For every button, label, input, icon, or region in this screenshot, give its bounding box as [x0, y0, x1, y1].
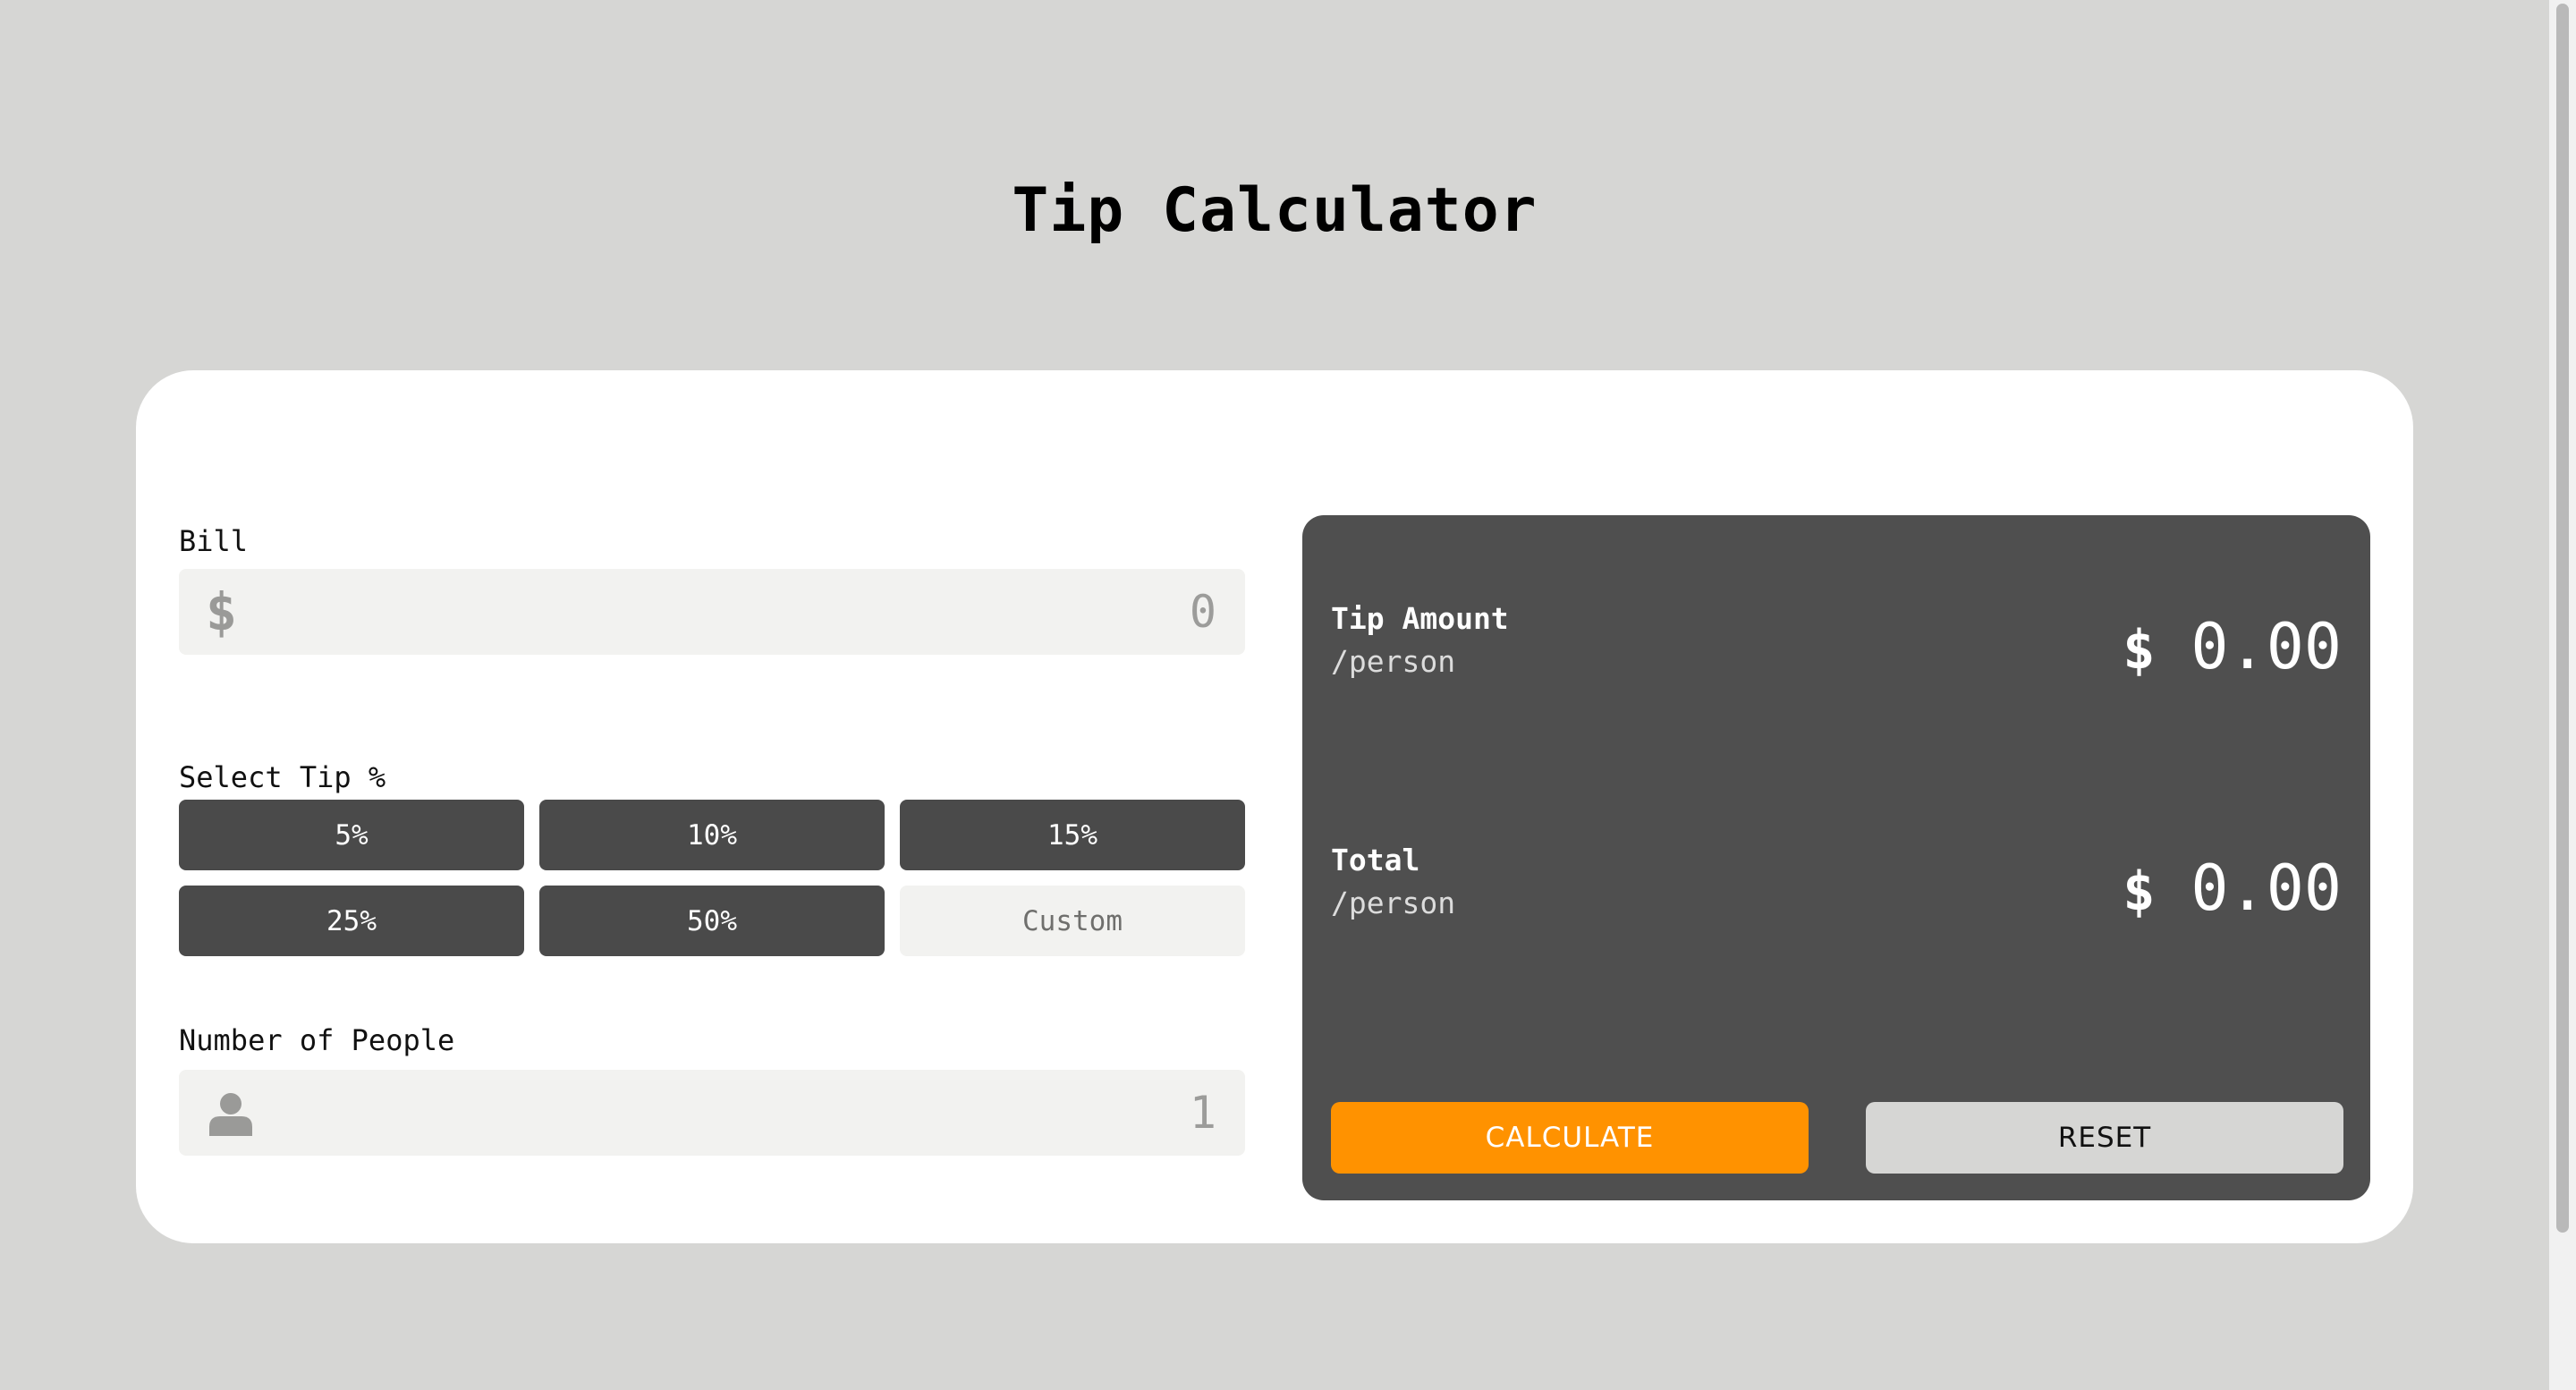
tip-50-button[interactable]: 50% — [539, 886, 885, 956]
dollar-icon: $ — [206, 581, 237, 642]
bill-input[interactable]: $ 0 — [179, 569, 1245, 655]
tip-15-button[interactable]: 15% — [900, 800, 1245, 870]
total-currency: $ — [2123, 860, 2156, 923]
page-title: Tip Calculator — [1012, 175, 1538, 246]
vertical-scrollbar[interactable] — [2549, 0, 2576, 1390]
scrollbar-thumb[interactable] — [2556, 4, 2569, 1233]
person-icon — [209, 1093, 252, 1136]
total-display: $ 0.00 — [2123, 852, 2342, 925]
total-value: 0.00 — [2190, 852, 2342, 925]
tip-options: 5% 10% 15% 25% 50% Custom — [179, 800, 1245, 956]
total-sub: /person — [1331, 886, 1456, 920]
tip-amount-display: $ 0.00 — [2123, 610, 2342, 683]
tip-10-button[interactable]: 10% — [539, 800, 885, 870]
calculator-card: Bill $ 0 Select Tip % 5% 10% 15% 25% 50%… — [136, 370, 2413, 1243]
results-panel: Tip Amount /person $ 0.00 Total /person … — [1302, 515, 2370, 1200]
tip-amount-value: 0.00 — [2190, 610, 2342, 683]
tip-amount-sub: /person — [1331, 644, 1456, 679]
reset-button[interactable]: RESET — [1866, 1102, 2343, 1174]
tip-5-button[interactable]: 5% — [179, 800, 524, 870]
people-value: 1 — [1189, 1087, 1216, 1139]
total-title: Total — [1331, 843, 1420, 877]
bill-value: 0 — [1189, 586, 1216, 638]
tip-amount-title: Tip Amount — [1331, 601, 1509, 636]
select-tip-label: Select Tip % — [179, 760, 386, 794]
people-label: Number of People — [179, 1023, 455, 1057]
custom-tip-input[interactable]: Custom — [900, 886, 1245, 956]
bill-label: Bill — [179, 524, 249, 558]
page: Tip Calculator Bill $ 0 Select Tip % 5% … — [0, 0, 2576, 1390]
people-input[interactable]: 1 — [179, 1070, 1245, 1156]
tip-amount-currency: $ — [2123, 619, 2156, 682]
tip-25-button[interactable]: 25% — [179, 886, 524, 956]
calculate-button[interactable]: CALCULATE — [1331, 1102, 1809, 1174]
